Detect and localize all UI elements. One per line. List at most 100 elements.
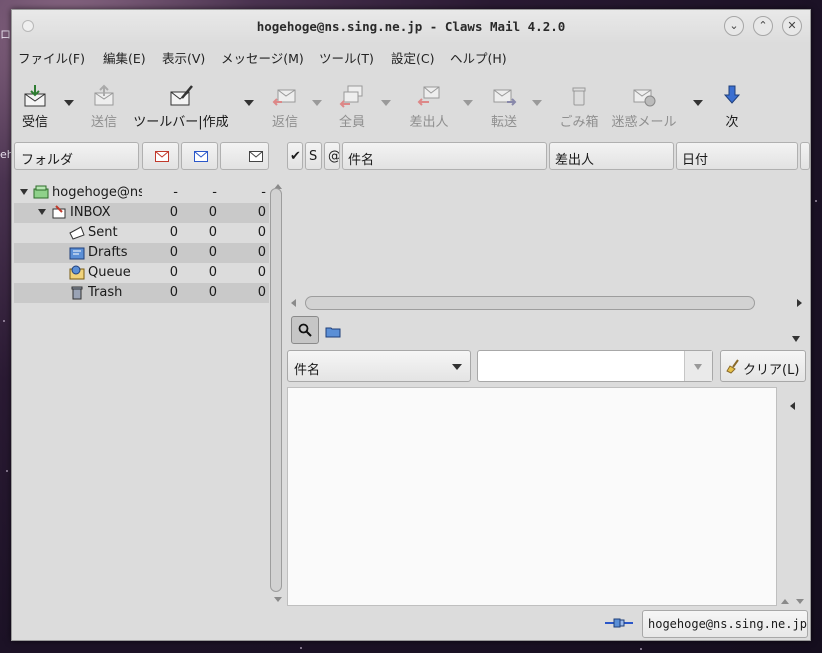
reply-all-label: 全員 xyxy=(338,115,365,130)
folder-row-inbox[interactable]: INBOX 0 0 0 xyxy=(14,203,269,223)
message-view-scroll-up[interactable] xyxy=(781,599,789,604)
subject-column-header[interactable]: 件名 xyxy=(342,142,547,170)
folder-scrollbar[interactable] xyxy=(270,188,282,592)
unread-count: 0 xyxy=(169,205,178,220)
quicksearch-history-button[interactable] xyxy=(684,351,712,381)
total-column-header[interactable] xyxy=(220,142,269,170)
mailbox-account-icon xyxy=(33,185,49,199)
unread-column-header[interactable] xyxy=(142,142,179,170)
receive-mail-icon xyxy=(24,85,46,107)
message-list-hscrollbar[interactable] xyxy=(305,296,755,310)
trash-button[interactable]: ごみ箱 xyxy=(558,74,600,136)
clear-button[interactable]: クリア(L) xyxy=(720,350,806,382)
compose-dropdown-arrow[interactable] xyxy=(244,100,254,106)
spam-button[interactable]: 迷惑メール xyxy=(610,74,678,136)
scroll-down-arrow[interactable] xyxy=(274,597,282,602)
broom-icon xyxy=(726,359,739,374)
message-view-expand-arrow[interactable] xyxy=(790,402,795,410)
forward-label: 転送 xyxy=(490,115,517,130)
date-column-header[interactable]: 日付 xyxy=(676,142,798,170)
folder-name: Drafts xyxy=(88,245,128,260)
folder-icon[interactable] xyxy=(325,326,341,338)
compose-label: ツールバー|作成 xyxy=(133,115,229,130)
quicksearch-type-select[interactable]: 件名 xyxy=(287,350,471,382)
desktop-star xyxy=(815,200,817,202)
expander-icon[interactable] xyxy=(20,189,28,195)
compose-button[interactable]: ツールバー|作成 xyxy=(128,74,234,136)
account-selector[interactable]: hogehoge@ns.sing.ne.jp xyxy=(642,610,808,638)
folder-row-trash[interactable]: Trash 0 0 0 xyxy=(14,283,269,303)
send-mail-icon xyxy=(94,84,114,106)
minimize-button[interactable]: ⌄ xyxy=(724,16,744,36)
message-view-scroll-down[interactable] xyxy=(796,599,804,604)
next-button[interactable]: 次 xyxy=(718,74,746,136)
folder-column-header[interactable]: フォルダ xyxy=(14,142,139,170)
menu-message[interactable]: メッセージ(M) xyxy=(221,48,304,67)
forward-button[interactable]: 転送 xyxy=(486,74,522,136)
menu-configuration[interactable]: 設定(C) xyxy=(391,48,434,67)
next-label: 次 xyxy=(725,115,739,130)
send-button[interactable]: 送信 xyxy=(86,74,122,136)
receive-dropdown-arrow[interactable] xyxy=(64,100,74,106)
desktop-star xyxy=(300,647,302,649)
status-column-header[interactable]: S xyxy=(305,142,322,170)
sent-folder-icon xyxy=(69,226,85,240)
main-window: hogehoge@ns.sing.ne.jp - Claws Mail 4.2.… xyxy=(11,9,811,641)
folder-row-queue[interactable]: Queue 0 0 0 xyxy=(14,263,269,283)
magnifier-icon xyxy=(298,323,312,337)
drafts-folder-icon xyxy=(69,247,85,260)
trash-label: ごみ箱 xyxy=(559,115,599,130)
maximize-button[interactable]: ⌃ xyxy=(753,16,773,36)
reply-sender-dropdown-arrow[interactable] xyxy=(463,100,473,106)
hscroll-left-arrow[interactable] xyxy=(291,299,296,307)
unread-count: - xyxy=(173,185,178,200)
message-view[interactable] xyxy=(287,387,777,606)
extra-column-header[interactable] xyxy=(800,142,810,170)
receive-button[interactable]: 受信 xyxy=(16,74,54,136)
close-button[interactable]: ✕ xyxy=(782,16,802,36)
reply-all-icon xyxy=(339,85,363,108)
spam-dropdown-arrow[interactable] xyxy=(693,100,703,106)
receive-label: 受信 xyxy=(21,115,48,130)
queue-folder-icon xyxy=(69,265,85,280)
quicksearch-toggle-button[interactable] xyxy=(291,316,319,344)
quicksearch-input[interactable] xyxy=(477,350,713,382)
reply-dropdown-arrow[interactable] xyxy=(312,100,322,106)
total-count: - xyxy=(261,185,266,200)
folder-name: Trash xyxy=(88,285,123,300)
title-bar[interactable]: hogehoge@ns.sing.ne.jp - Claws Mail 4.2.… xyxy=(12,10,810,44)
total-count: 0 xyxy=(257,245,266,260)
menu-file[interactable]: ファイル(F) xyxy=(18,48,85,67)
reply-all-button[interactable]: 全員 xyxy=(334,74,370,136)
folder-row-account[interactable]: hogehoge@ns - - - xyxy=(14,183,269,203)
menu-edit[interactable]: 編集(E) xyxy=(103,48,146,67)
menu-view[interactable]: 表示(V) xyxy=(162,48,205,67)
reply-button[interactable]: 返信 xyxy=(267,74,303,136)
mark-column-header[interactable]: ✔ xyxy=(287,142,303,170)
unread-count: 0 xyxy=(169,265,178,280)
next-arrow-icon xyxy=(723,85,741,104)
expander-icon[interactable] xyxy=(38,209,46,215)
attachment-column-header[interactable]: @ xyxy=(324,142,340,170)
folder-row-sent[interactable]: Sent 0 0 0 xyxy=(14,223,269,243)
reply-to-sender-button[interactable]: 差出人 xyxy=(405,74,453,136)
menu-tools[interactable]: ツール(T) xyxy=(319,48,374,67)
spam-mail-icon xyxy=(633,89,656,107)
online-connection-icon[interactable] xyxy=(604,616,634,630)
unread-mail-icon xyxy=(155,151,169,162)
reply-icon xyxy=(272,89,296,106)
folder-row-drafts[interactable]: Drafts 0 0 0 xyxy=(14,243,269,263)
total-count: 0 xyxy=(257,225,266,240)
from-column-header[interactable]: 差出人 xyxy=(549,142,674,170)
hscroll-right-arrow[interactable] xyxy=(797,299,802,307)
reply-all-dropdown-arrow[interactable] xyxy=(381,100,391,106)
quicksearch-options-arrow[interactable] xyxy=(792,336,800,342)
folder-name: hogehoge@ns xyxy=(52,185,142,200)
new-column-header[interactable] xyxy=(181,142,218,170)
menu-help[interactable]: ヘルプ(H) xyxy=(450,48,507,67)
desktop-star xyxy=(640,648,642,650)
forward-dropdown-arrow[interactable] xyxy=(532,100,542,106)
new-count: 0 xyxy=(208,265,217,280)
desktop-star xyxy=(3,320,5,322)
desktop-edge-text: ロ xyxy=(0,28,11,41)
